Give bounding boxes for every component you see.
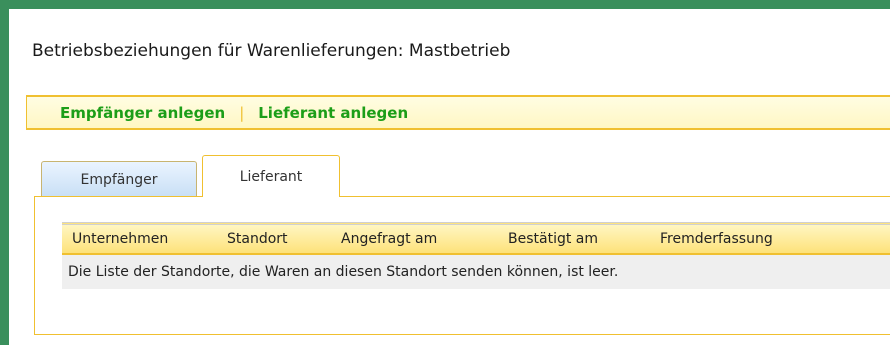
empty-table-message: Die Liste der Standorte, die Waren an di… xyxy=(62,255,890,289)
window-frame: Betriebsbeziehungen für Warenlieferungen… xyxy=(0,0,890,345)
create-supplier-link[interactable]: Lieferant anlegen xyxy=(258,104,408,122)
column-header-fremderfassung[interactable]: Fremderfassung xyxy=(650,231,820,247)
column-header-angefragt-am[interactable]: Angefragt am xyxy=(331,231,498,247)
action-bar: Empfänger anlegen | Lieferant anlegen xyxy=(26,95,890,130)
tab-panel: Unternehmen Standort Angefragt am Bestät… xyxy=(34,196,890,335)
create-recipient-link[interactable]: Empfänger anlegen xyxy=(60,104,225,122)
page-title: Betriebsbeziehungen für Warenlieferungen… xyxy=(32,41,511,61)
action-separator: | xyxy=(239,103,245,122)
column-header-standort[interactable]: Standort xyxy=(217,231,331,247)
supplier-table: Unternehmen Standort Angefragt am Bestät… xyxy=(62,222,890,289)
column-header-bestaetigt-am[interactable]: Bestätigt am xyxy=(498,231,650,247)
tab-empfaenger[interactable]: Empfänger xyxy=(41,161,197,197)
table-header: Unternehmen Standort Angefragt am Bestät… xyxy=(62,222,890,255)
tab-lieferant[interactable]: Lieferant xyxy=(202,155,340,197)
column-header-unternehmen[interactable]: Unternehmen xyxy=(62,231,217,247)
